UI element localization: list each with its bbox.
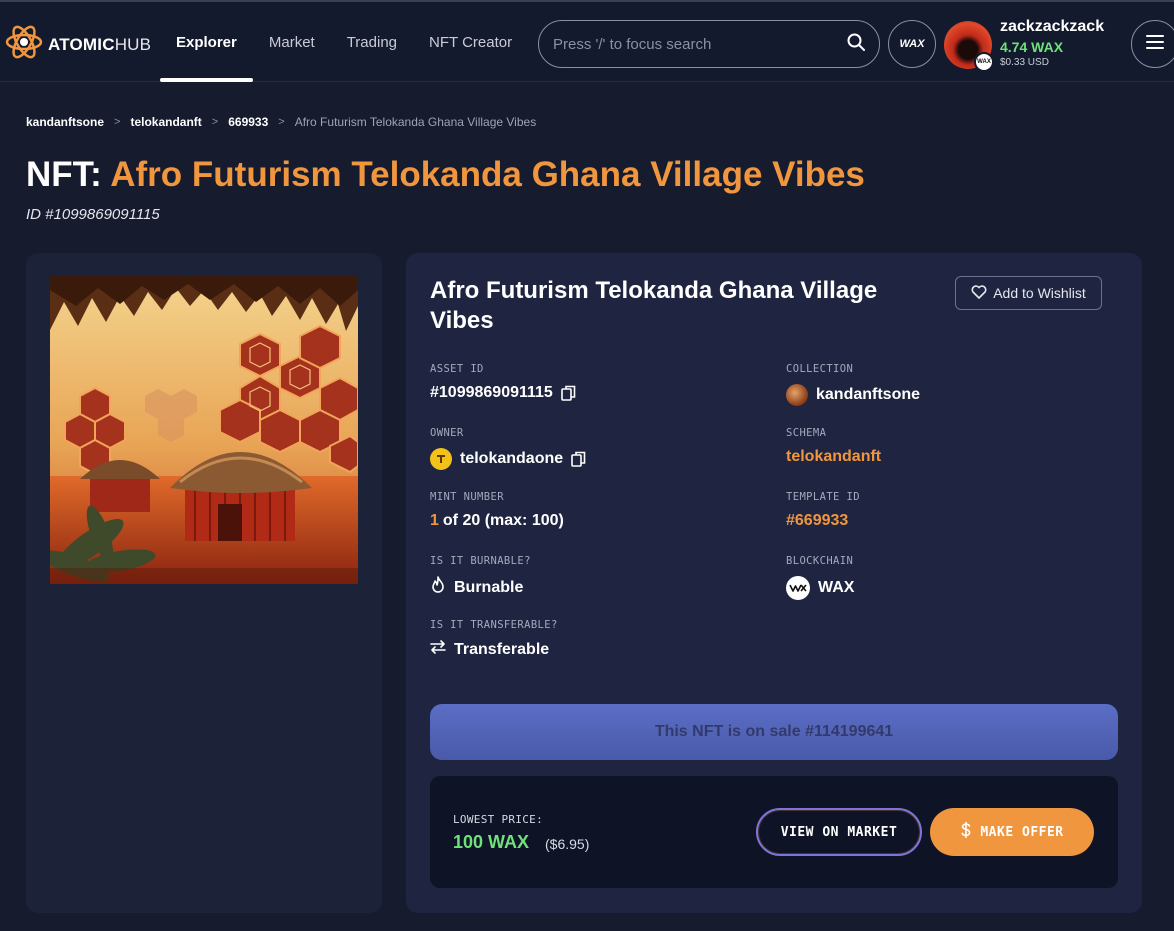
dollar-icon — [960, 821, 972, 842]
account-username: zackzackzack — [1000, 18, 1105, 35]
breadcrumb-collection[interactable]: kandanftsone — [26, 115, 104, 129]
collection-value[interactable]: kandanftsone — [816, 386, 920, 404]
nft-image[interactable] — [50, 276, 358, 584]
breadcrumb: kandanftsone > telokandanft > 669933 > A… — [26, 115, 536, 129]
page-title-name: Afro Futurism Telokanda Ghana Village Vi… — [110, 155, 865, 194]
field-burnable: IS IT BURNABLE? Burnable — [430, 555, 531, 599]
page-asset-id: ID #1099869091115 — [26, 206, 160, 223]
search-icon[interactable] — [847, 33, 865, 56]
wax-logo-icon[interactable]: WAX — [888, 20, 936, 68]
main-nav: Explorer Market Trading NFT Creator — [160, 2, 528, 82]
copy-icon[interactable] — [561, 385, 576, 401]
account-balance: 4.74 WAX — [1000, 39, 1064, 55]
breadcrumb-separator: > — [211, 116, 219, 128]
schema-value[interactable]: telokandanft — [786, 448, 881, 466]
view-on-market-button[interactable]: VIEW ON MARKET — [756, 808, 922, 856]
make-offer-label: MAKE OFFER — [980, 824, 1064, 840]
search-input[interactable] — [553, 35, 847, 53]
copy-icon[interactable] — [571, 451, 586, 467]
page-title: NFT: Afro Futurism Telokanda Ghana Villa… — [26, 155, 865, 195]
field-asset-id: ASSET ID #1099869091115 — [430, 363, 576, 402]
owner-avatar — [430, 448, 452, 470]
transfer-arrows-icon — [430, 640, 446, 659]
flame-icon — [430, 576, 446, 599]
field-template-id: TEMPLATE ID #669933 — [786, 491, 860, 530]
owner-value[interactable]: telokandaone — [460, 450, 563, 468]
field-mint-number: MINT NUMBER 1 of 20 (max: 100) — [430, 491, 564, 530]
transferable-label: IS IT TRANSFERABLE? — [430, 619, 558, 631]
nav-trading[interactable]: Trading — [331, 2, 413, 82]
burnable-label: IS IT BURNABLE? — [430, 555, 531, 567]
nav-explorer[interactable]: Explorer — [160, 2, 253, 82]
menu-button[interactable] — [1131, 20, 1174, 68]
menu-icon — [1146, 34, 1164, 54]
search-box — [538, 20, 880, 68]
mint-supply-value: of 20 (max: 100) — [442, 512, 564, 529]
asset-id-label: ASSET ID — [430, 363, 484, 375]
breadcrumb-schema[interactable]: telokandanft — [130, 115, 201, 129]
nav-nft-creator[interactable]: NFT Creator — [413, 2, 528, 82]
nft-name: Afro Futurism Telokanda Ghana Village Vi… — [430, 277, 878, 334]
wax-logo-icon — [786, 576, 810, 600]
atomichub-logo[interactable]: ATOMICHUB — [4, 20, 151, 69]
lowest-price-wax: 100 WAX — [453, 832, 530, 852]
collection-label: COLLECTION — [786, 363, 854, 375]
top-navigation-bar: ATOMICHUB Explorer Market Trading NFT Cr… — [0, 0, 1174, 82]
on-sale-banner[interactable]: This NFT is on sale #114199641 — [430, 704, 1118, 760]
template-id-value[interactable]: #669933 — [786, 512, 848, 530]
logo-wordmark: ATOMICHUB — [48, 34, 152, 54]
atom-logo-icon — [4, 20, 44, 69]
field-owner: OWNER telokandaone — [430, 427, 586, 470]
owner-label: OWNER — [430, 427, 464, 439]
blockchain-value: WAX — [818, 579, 855, 596]
asset-id-value: #1099869091115 — [430, 384, 553, 401]
nft-details-card: Afro Futurism Telokanda Ghana Village Vi… — [406, 253, 1142, 913]
breadcrumb-separator: > — [114, 116, 121, 128]
template-id-label: TEMPLATE ID — [786, 491, 860, 503]
field-schema: SCHEMA telokandanft — [786, 427, 881, 466]
account-widget[interactable]: WAX zackzackzack 4.74 WAX $0.33 USD — [944, 18, 1124, 72]
transferable-value: Transferable — [454, 640, 550, 658]
add-to-wishlist-button[interactable]: Add to Wishlist — [955, 276, 1102, 310]
nft-image-card — [26, 253, 382, 913]
wax-badge-icon: WAX — [974, 52, 994, 72]
make-offer-button[interactable]: MAKE OFFER — [930, 808, 1094, 856]
lowest-price-usd: ($6.95) — [545, 836, 590, 852]
price-box: LOWEST PRICE: 100 WAX ($6.95) VIEW ON MA… — [430, 776, 1118, 888]
field-transferable: IS IT TRANSFERABLE? Transferable — [430, 619, 558, 659]
burnable-value: Burnable — [454, 578, 524, 596]
page-title-prefix: NFT: — [26, 155, 102, 194]
schema-label: SCHEMA — [786, 427, 827, 439]
breadcrumb-current: Afro Futurism Telokanda Ghana Village Vi… — [294, 115, 537, 129]
account-balance-usd: $0.33 USD — [1000, 57, 1049, 68]
blockchain-label: BLOCKCHAIN — [786, 555, 854, 567]
field-blockchain: BLOCKCHAIN WAX — [786, 555, 854, 600]
field-collection: COLLECTION kandanftsone — [786, 363, 920, 406]
collection-avatar — [786, 384, 808, 406]
mint-number-value: 1 — [430, 512, 439, 529]
wishlist-label: Add to Wishlist — [993, 285, 1086, 301]
lowest-price-label: LOWEST PRICE: — [453, 813, 543, 826]
heart-icon — [971, 284, 987, 302]
nav-market[interactable]: Market — [253, 2, 331, 82]
breadcrumb-separator: > — [278, 116, 285, 128]
mint-number-label: MINT NUMBER — [430, 491, 504, 503]
breadcrumb-template[interactable]: 669933 — [228, 115, 268, 129]
